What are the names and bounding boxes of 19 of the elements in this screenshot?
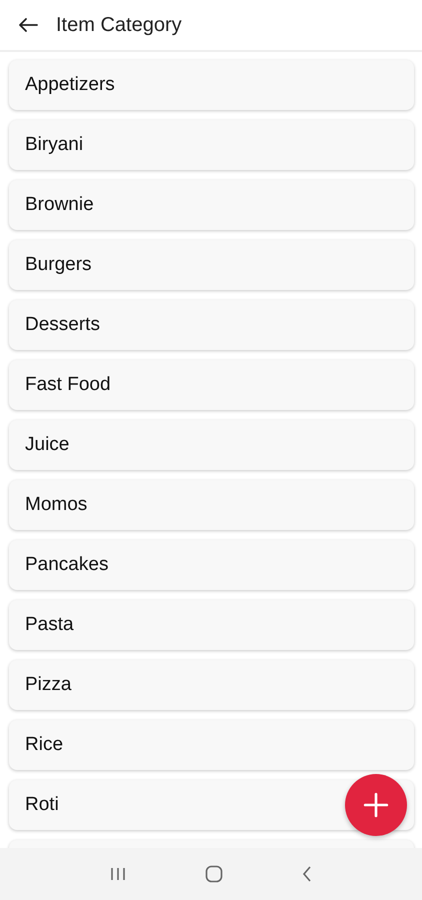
category-item[interactable]: Biryani — [9, 120, 414, 170]
category-item[interactable]: Burgers — [9, 240, 414, 290]
plus-icon — [363, 792, 389, 818]
category-item[interactable]: Rice — [9, 720, 414, 770]
back-icon[interactable] — [302, 866, 312, 882]
back-arrow-icon[interactable] — [18, 17, 38, 33]
category-item[interactable]: Appetizers — [9, 60, 414, 110]
category-item[interactable]: Pasta — [9, 600, 414, 650]
home-icon[interactable] — [204, 865, 223, 883]
category-item[interactable]: Fast Food — [9, 360, 414, 410]
screen-title: Item Category — [56, 14, 182, 36]
recent-apps-icon[interactable] — [110, 867, 126, 881]
add-button[interactable] — [345, 774, 407, 836]
category-item[interactable]: Juice — [9, 420, 414, 470]
category-item[interactable]: Desserts — [9, 300, 414, 350]
category-item[interactable]: Pancakes — [9, 540, 414, 590]
category-item[interactable]: Momos — [9, 480, 414, 530]
category-item[interactable]: Brownie — [9, 180, 414, 230]
category-item[interactable]: Pizza — [9, 660, 414, 710]
